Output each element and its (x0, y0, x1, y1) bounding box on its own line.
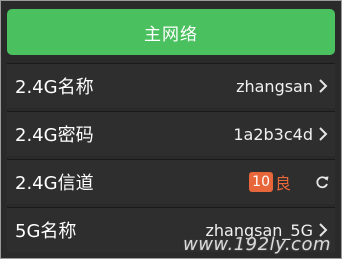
row-label: 2.4G信道 (15, 173, 94, 194)
row-label: 5G名称 (15, 221, 77, 242)
channel-status: 10 良 (249, 170, 291, 194)
main-network-tab[interactable]: 主网络 (7, 9, 335, 55)
row-value: 1a2b3c4d (233, 124, 313, 144)
channel-quality: 良 (274, 174, 291, 193)
row-label: 2.4G密码 (15, 125, 94, 146)
refresh-icon[interactable] (314, 173, 330, 191)
chevron-right-icon (316, 125, 330, 143)
row-24g-name[interactable]: 2.4G名称 zhangsan (7, 63, 335, 108)
chevron-right-icon (316, 221, 330, 239)
row-label: 2.4G名称 (15, 77, 94, 98)
header-title: 主网络 (144, 24, 198, 45)
row-24g-password[interactable]: 2.4G密码 1a2b3c4d (7, 111, 335, 156)
row-5g-name[interactable]: 5G名称 zhangsan_5G (7, 207, 335, 252)
row-value: zhangsan (236, 76, 313, 96)
row-value: zhangsan_5G (205, 220, 314, 240)
chevron-right-icon (316, 77, 330, 95)
channel-number-badge: 10 (249, 172, 273, 192)
wifi-settings-panel: 主网络 2.4G名称 zhangsan 2.4G密码 1a2b3c4d 2.4G… (0, 0, 342, 259)
row-24g-channel[interactable]: 2.4G信道 10 良 (7, 159, 335, 204)
